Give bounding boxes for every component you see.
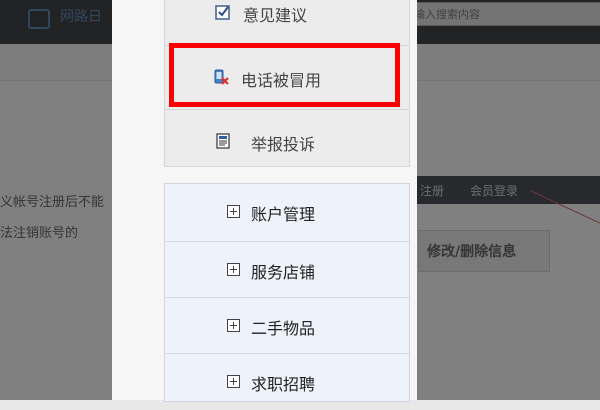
menu-item-shop[interactable]: 服务店铺 <box>165 241 409 298</box>
expand-plus-icon <box>227 319 240 332</box>
menu-item-label: 二手物品 <box>251 319 316 338</box>
option-report[interactable]: 举报投诉 <box>165 109 409 174</box>
option-suggestion[interactable]: 意见建议 <box>165 0 409 45</box>
highlight-box <box>169 43 400 107</box>
menu-item-account[interactable]: 账户管理 <box>165 184 409 240</box>
option-suggestion-label: 意见建议 <box>243 6 308 25</box>
option-report-label: 举报投诉 <box>251 135 316 154</box>
menu-item-label: 服务店铺 <box>251 263 316 282</box>
category-menu: 账户管理 服务店铺 二手物品 求职招聘 <box>164 183 410 402</box>
menu-item-jobs[interactable]: 求职招聘 <box>165 353 409 410</box>
menu-item-label: 账户管理 <box>251 205 316 224</box>
menu-item-label: 求职招聘 <box>251 375 316 394</box>
report-document-icon <box>216 133 230 149</box>
report-modal: 意见建议 电话被冒用 举报投诉 账户管理 服务店铺 二手物品 求职招聘 <box>112 0 417 402</box>
expand-plus-icon <box>227 375 240 388</box>
menu-item-secondhand[interactable]: 二手物品 <box>165 297 409 354</box>
expand-plus-icon <box>227 205 240 218</box>
checkbox-icon <box>215 5 230 20</box>
expand-plus-icon <box>227 263 240 276</box>
